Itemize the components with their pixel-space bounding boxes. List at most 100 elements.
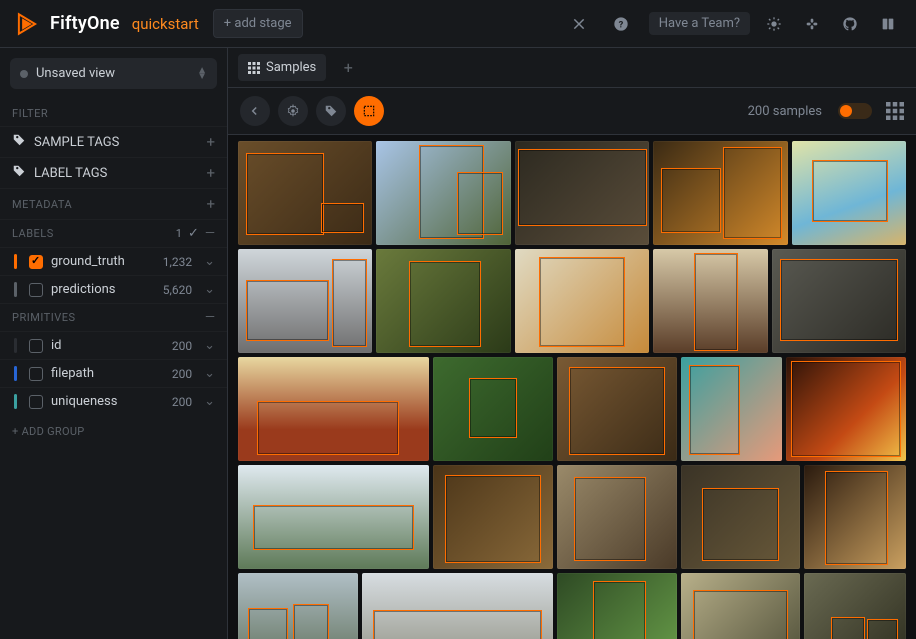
sample-thumbnail[interactable] [515,249,649,353]
label-row-ground_truth[interactable]: ground_truth 1,232 ⌄ [0,247,227,275]
sample-thumbnail[interactable] [653,249,767,353]
team-link[interactable]: Have a Team? [649,12,750,35]
sample-thumbnail[interactable] [433,465,553,569]
bounding-box [469,378,517,438]
tag-icon [12,133,26,151]
primitive-count: 200 [172,339,192,353]
settings-button[interactable] [278,96,308,126]
add-group-button[interactable]: + ADD GROUP [0,415,227,448]
chevron-down-icon[interactable]: ⌄ [204,254,215,269]
checkbox[interactable] [29,255,43,269]
docs-icon[interactable] [874,10,902,38]
help-icon[interactable]: ? [607,10,635,38]
plus-icon[interactable]: + [206,164,215,182]
sample-thumbnail[interactable] [653,141,787,245]
clear-icon[interactable] [565,10,593,38]
bounding-box [457,172,503,234]
sample-thumbnail[interactable] [515,141,649,245]
sample-tags-row[interactable]: SAMPLE TAGS + [0,126,227,157]
labels-header-row[interactable]: LABELS 1 ✓ — [0,219,227,247]
primitive-name: uniqueness [51,394,117,409]
sample-thumbnail[interactable] [557,573,677,639]
bounding-box [373,610,541,639]
sample-grid[interactable] [228,135,916,639]
label-count: 5,620 [163,283,192,297]
tag-icon [12,164,26,182]
chevron-down-icon[interactable]: ⌄ [204,338,215,353]
bounding-box [246,280,329,340]
sample-thumbnail[interactable] [362,573,553,639]
bounding-box [253,505,414,551]
bounding-box [409,261,482,346]
sample-thumbnail[interactable] [681,465,801,569]
sample-thumbnail[interactable] [804,573,906,639]
brand-logo-icon [14,11,40,37]
primitive-row-id[interactable]: id 200 ⌄ [0,331,227,359]
metadata-row[interactable]: METADATA + [0,188,227,219]
label-row-predictions[interactable]: predictions5,620⌄ [0,275,227,303]
grid-view-icon[interactable] [886,102,904,120]
sample-thumbnail[interactable] [238,465,429,569]
label-count: 1,232 [163,255,192,269]
overlay-toggle[interactable] [838,103,872,119]
bounding-box [293,604,329,639]
primitive-count: 200 [172,395,192,409]
primitives-header-row[interactable]: PRIMITIVES — [0,303,227,331]
bounding-box [689,365,740,454]
chevron-down-icon[interactable]: ⌄ [204,366,215,381]
sample-thumbnail[interactable] [681,357,783,461]
primitive-row-filepath[interactable]: filepath200⌄ [0,359,227,387]
view-picker[interactable]: Unsaved view ▲▼ [10,58,217,89]
chevron-down-icon[interactable]: ⌄ [204,394,215,409]
main: Samples + 200 samples [228,48,916,639]
theme-icon[interactable] [760,10,788,38]
label-tags-row[interactable]: LABEL TAGS + [0,157,227,188]
bounding-box [539,257,625,346]
sample-thumbnail[interactable] [433,357,553,461]
brand: FiftyOne [14,11,120,37]
sample-thumbnail[interactable] [557,357,677,461]
sample-thumbnail[interactable] [238,249,372,353]
sample-thumbnail[interactable] [376,141,510,245]
dataset-name[interactable]: quickstart [132,15,199,33]
grid-icon [248,62,260,74]
bounding-box [831,617,866,639]
sample-thumbnail[interactable] [238,141,372,245]
label-name: ground_truth [51,254,125,269]
brand-name: FiftyOne [50,13,120,34]
topbar-right: Have a Team? [649,10,902,38]
sample-thumbnail[interactable] [376,249,510,353]
checkbox[interactable] [29,339,43,353]
minus-icon[interactable]: — [205,310,215,325]
sample-thumbnail[interactable] [772,249,906,353]
plus-icon[interactable]: + [206,133,215,151]
sample-thumbnail[interactable] [786,357,906,461]
primitive-row-uniqueness[interactable]: uniqueness 200 ⌄ [0,387,227,415]
plus-icon[interactable]: + [206,195,215,213]
tab-samples[interactable]: Samples [238,54,326,81]
sample-thumbnail[interactable] [804,465,906,569]
sample-thumbnail[interactable] [238,573,358,639]
patches-button[interactable] [354,96,384,126]
checkbox[interactable] [29,395,43,409]
minus-icon[interactable]: — [205,226,215,241]
checkbox[interactable] [29,367,43,381]
add-stage-button[interactable]: + add stage [213,9,303,38]
sample-thumbnail[interactable] [557,465,677,569]
github-icon[interactable] [836,10,864,38]
tab-add-button[interactable]: + [334,58,362,77]
checkbox[interactable] [29,283,43,297]
bounding-box [791,361,901,457]
back-button[interactable] [240,96,270,126]
chevron-down-icon[interactable]: ⌄ [204,282,215,297]
bounding-box [693,590,789,639]
slack-icon[interactable] [798,10,826,38]
primitive-color-swatch [14,394,17,409]
sample-thumbnail[interactable] [238,357,429,461]
tag-button[interactable] [316,96,346,126]
primitive-name: id [51,338,62,353]
bounding-box [445,475,541,562]
bounding-box [332,259,367,346]
sample-thumbnail[interactable] [792,141,906,245]
sample-thumbnail[interactable] [681,573,801,639]
